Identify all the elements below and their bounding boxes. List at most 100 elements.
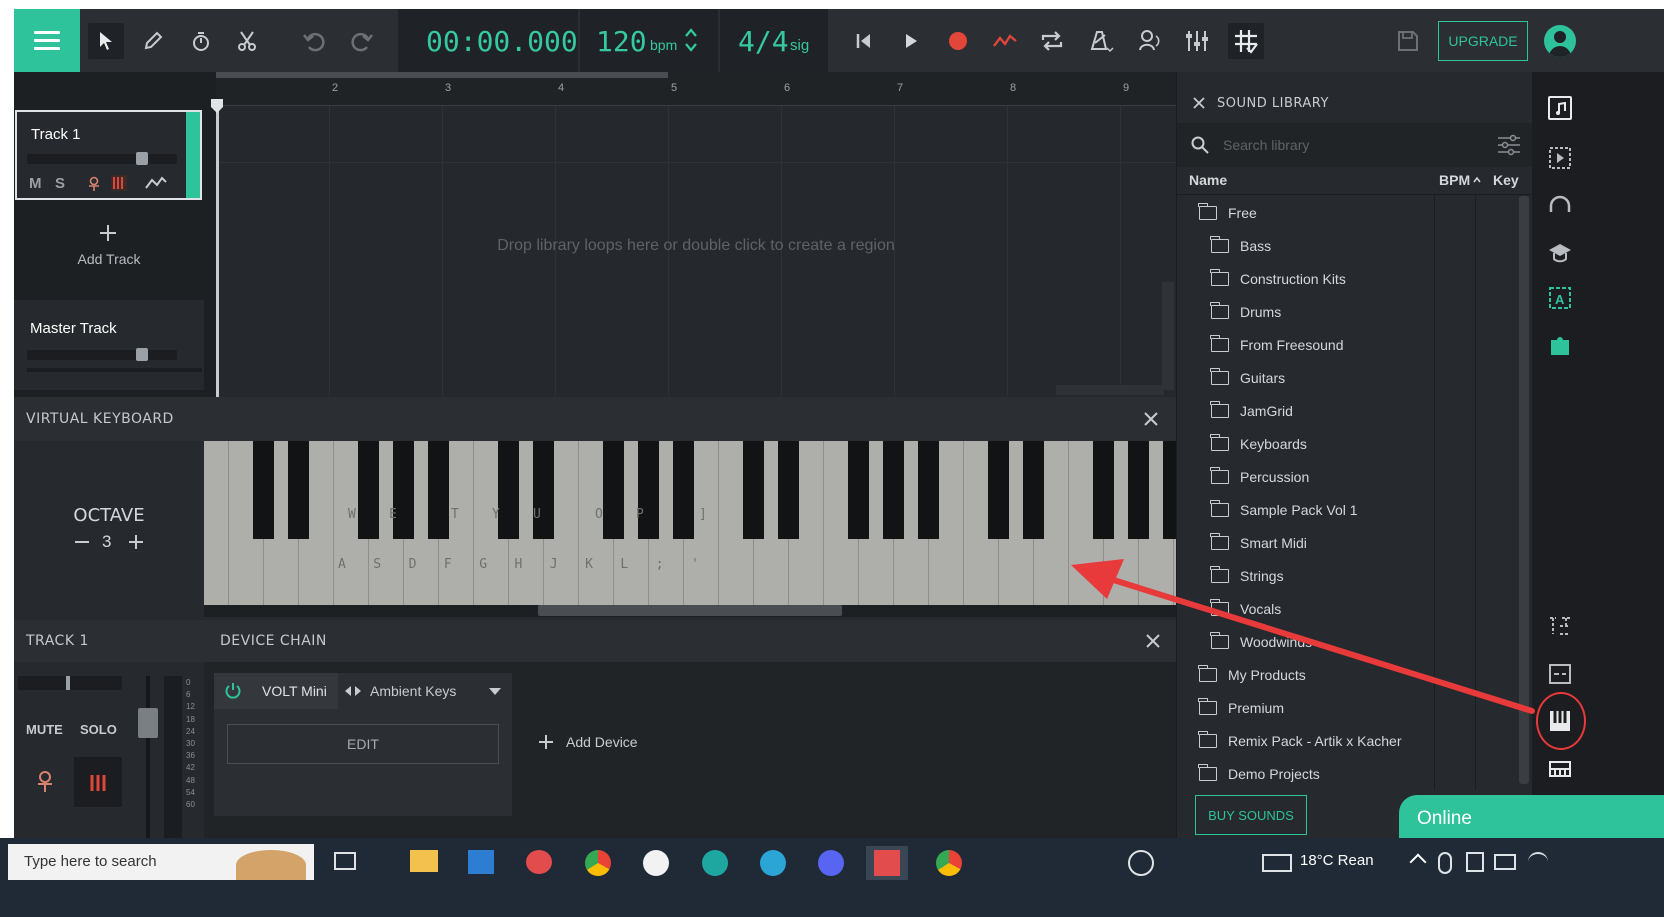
track-1-keyboard-icon[interactable]	[111, 175, 127, 191]
edit-device-button[interactable]: EDIT	[227, 724, 499, 764]
store-icon[interactable]	[468, 850, 494, 874]
help-icon[interactable]	[1128, 850, 1154, 876]
sound-library-toggle-icon[interactable]	[1548, 96, 1572, 120]
task-view-icon[interactable]	[334, 852, 356, 870]
power-icon[interactable]	[224, 682, 242, 700]
octave-decrease-icon[interactable]	[74, 534, 90, 550]
video-icon[interactable]	[1548, 146, 1572, 170]
library-folder-item[interactable]: Smart Midi	[1177, 526, 1507, 559]
record-arm-icon[interactable]	[36, 770, 54, 794]
bpm-display[interactable]: 120 bpm	[580, 9, 718, 72]
library-folder-item[interactable]: Drums	[1177, 295, 1507, 328]
grid-snap-icon[interactable]	[1228, 23, 1264, 59]
piano-black-key[interactable]	[603, 441, 624, 539]
chrome-icon[interactable]	[936, 850, 962, 876]
wifi-icon[interactable]	[1528, 852, 1548, 872]
skip-to-start-icon[interactable]	[846, 23, 882, 59]
automation-icon[interactable]	[987, 23, 1023, 59]
column-bpm[interactable]: BPM	[1439, 172, 1470, 188]
track-1-mute-button[interactable]: M	[29, 175, 42, 192]
sig-value[interactable]: 4/4	[738, 25, 789, 58]
timeline-vertical-scrollbar[interactable]	[1162, 282, 1174, 390]
close-icon[interactable]	[1144, 412, 1158, 426]
library-folder-item[interactable]: Strings	[1177, 559, 1507, 592]
fx-icon[interactable]	[1548, 614, 1572, 638]
preset-selector[interactable]: Ambient Keys	[338, 673, 512, 709]
save-icon[interactable]	[1390, 23, 1426, 59]
piano-black-key[interactable]	[1128, 441, 1149, 539]
volume-fader-knob[interactable]	[138, 708, 158, 738]
library-folder-item[interactable]: Free	[1177, 196, 1507, 229]
piano-black-key[interactable]	[743, 441, 764, 539]
library-search-bar[interactable]: Search library	[1177, 123, 1533, 167]
playhead-marker-icon[interactable]	[210, 98, 224, 114]
input-monitor-icon[interactable]	[1131, 23, 1167, 59]
battery-icon[interactable]	[1494, 854, 1516, 870]
library-scrollbar[interactable]	[1519, 196, 1529, 784]
discord-icon[interactable]	[818, 850, 844, 876]
close-library-icon[interactable]	[1193, 97, 1205, 109]
library-folder-item[interactable]: Construction Kits	[1177, 262, 1507, 295]
library-folder-item[interactable]: My Products	[1177, 658, 1507, 691]
piano-keyboard[interactable]: W E T Y U O P] A S D F G H J K L; '	[204, 441, 1176, 605]
timeline-ruler[interactable]: 2 3 4 5 6 7 8 9	[216, 72, 1176, 106]
piano-scrollbar[interactable]	[204, 605, 1176, 617]
ai-assistant-icon[interactable]: A	[1548, 286, 1572, 310]
loop-icon[interactable]	[1034, 23, 1070, 59]
library-folder-item[interactable]: Premium	[1177, 691, 1507, 724]
sort-ascending-icon[interactable]	[1473, 177, 1481, 183]
volume-fader-track[interactable]	[146, 676, 150, 838]
track-1-solo-button[interactable]: S	[55, 175, 65, 192]
piano-black-key[interactable]	[428, 441, 449, 539]
piano-black-key[interactable]	[253, 441, 274, 539]
piano-black-key[interactable]	[673, 441, 694, 539]
library-folder-item[interactable]: Remix Pack - Artik x Kacher	[1177, 724, 1507, 757]
edge-icon[interactable]	[702, 850, 728, 876]
bpm-value[interactable]: 120	[596, 25, 647, 58]
track-1-volume-slider[interactable]	[27, 152, 177, 165]
piano-black-key[interactable]	[918, 441, 939, 539]
library-folder-item[interactable]: Guitars	[1177, 361, 1507, 394]
news-widget-icon[interactable]	[1262, 854, 1292, 872]
library-folder-item[interactable]: Bass	[1177, 229, 1507, 262]
column-name[interactable]: Name	[1189, 172, 1227, 188]
piano-black-key[interactable]	[883, 441, 904, 539]
midi-keyboard-toggle[interactable]	[74, 757, 122, 807]
piano-black-key[interactable]	[988, 441, 1009, 539]
piano-black-key[interactable]	[498, 441, 519, 539]
piano-black-key[interactable]	[288, 441, 309, 539]
master-track-header[interactable]: Master Track	[14, 300, 204, 390]
library-folder-item[interactable]: Keyboards	[1177, 427, 1507, 460]
track-1-header[interactable]: Track 1 M S	[15, 110, 202, 200]
piano-black-key[interactable]	[1023, 441, 1044, 539]
piano-black-key[interactable]	[1093, 441, 1114, 539]
add-track-button[interactable]: Add Track	[14, 214, 204, 284]
scissors-icon[interactable]	[229, 23, 265, 59]
filter-sliders-icon[interactable]	[1497, 134, 1521, 156]
headphones-icon[interactable]	[1548, 194, 1572, 218]
library-folder-item[interactable]: Vocals	[1177, 592, 1507, 625]
piano-black-key[interactable]	[1163, 441, 1176, 539]
buy-sounds-button[interactable]: BUY SOUNDS	[1195, 795, 1307, 835]
undo-icon[interactable]	[296, 23, 332, 59]
active-app-icon[interactable]	[866, 846, 908, 880]
piano-roll-icon[interactable]	[1548, 760, 1572, 778]
piano-white-key[interactable]	[204, 441, 229, 605]
menu-icon[interactable]	[14, 9, 80, 72]
library-search-input[interactable]: Search library	[1223, 137, 1309, 153]
track-1-record-arm-icon[interactable]	[87, 176, 101, 192]
column-key[interactable]: Key	[1493, 172, 1519, 188]
pencil-tool-icon[interactable]	[135, 23, 171, 59]
library-folder-item[interactable]: Percussion	[1177, 460, 1507, 493]
tray-icon[interactable]	[1466, 852, 1484, 872]
library-folder-item[interactable]: From Freesound	[1177, 328, 1507, 361]
play-icon[interactable]	[893, 23, 929, 59]
library-folder-item[interactable]: Demo Projects	[1177, 757, 1507, 790]
loop-region-bar[interactable]	[216, 72, 668, 78]
pointer-tool-icon[interactable]	[88, 23, 124, 59]
upgrade-button[interactable]: UPGRADE	[1438, 21, 1528, 61]
add-device-button[interactable]: Add Device	[538, 732, 658, 754]
piano-black-key[interactable]	[358, 441, 379, 539]
taskbar-search-box[interactable]: Type here to search	[8, 844, 314, 880]
library-folder-item[interactable]: Woodwinds	[1177, 625, 1507, 658]
